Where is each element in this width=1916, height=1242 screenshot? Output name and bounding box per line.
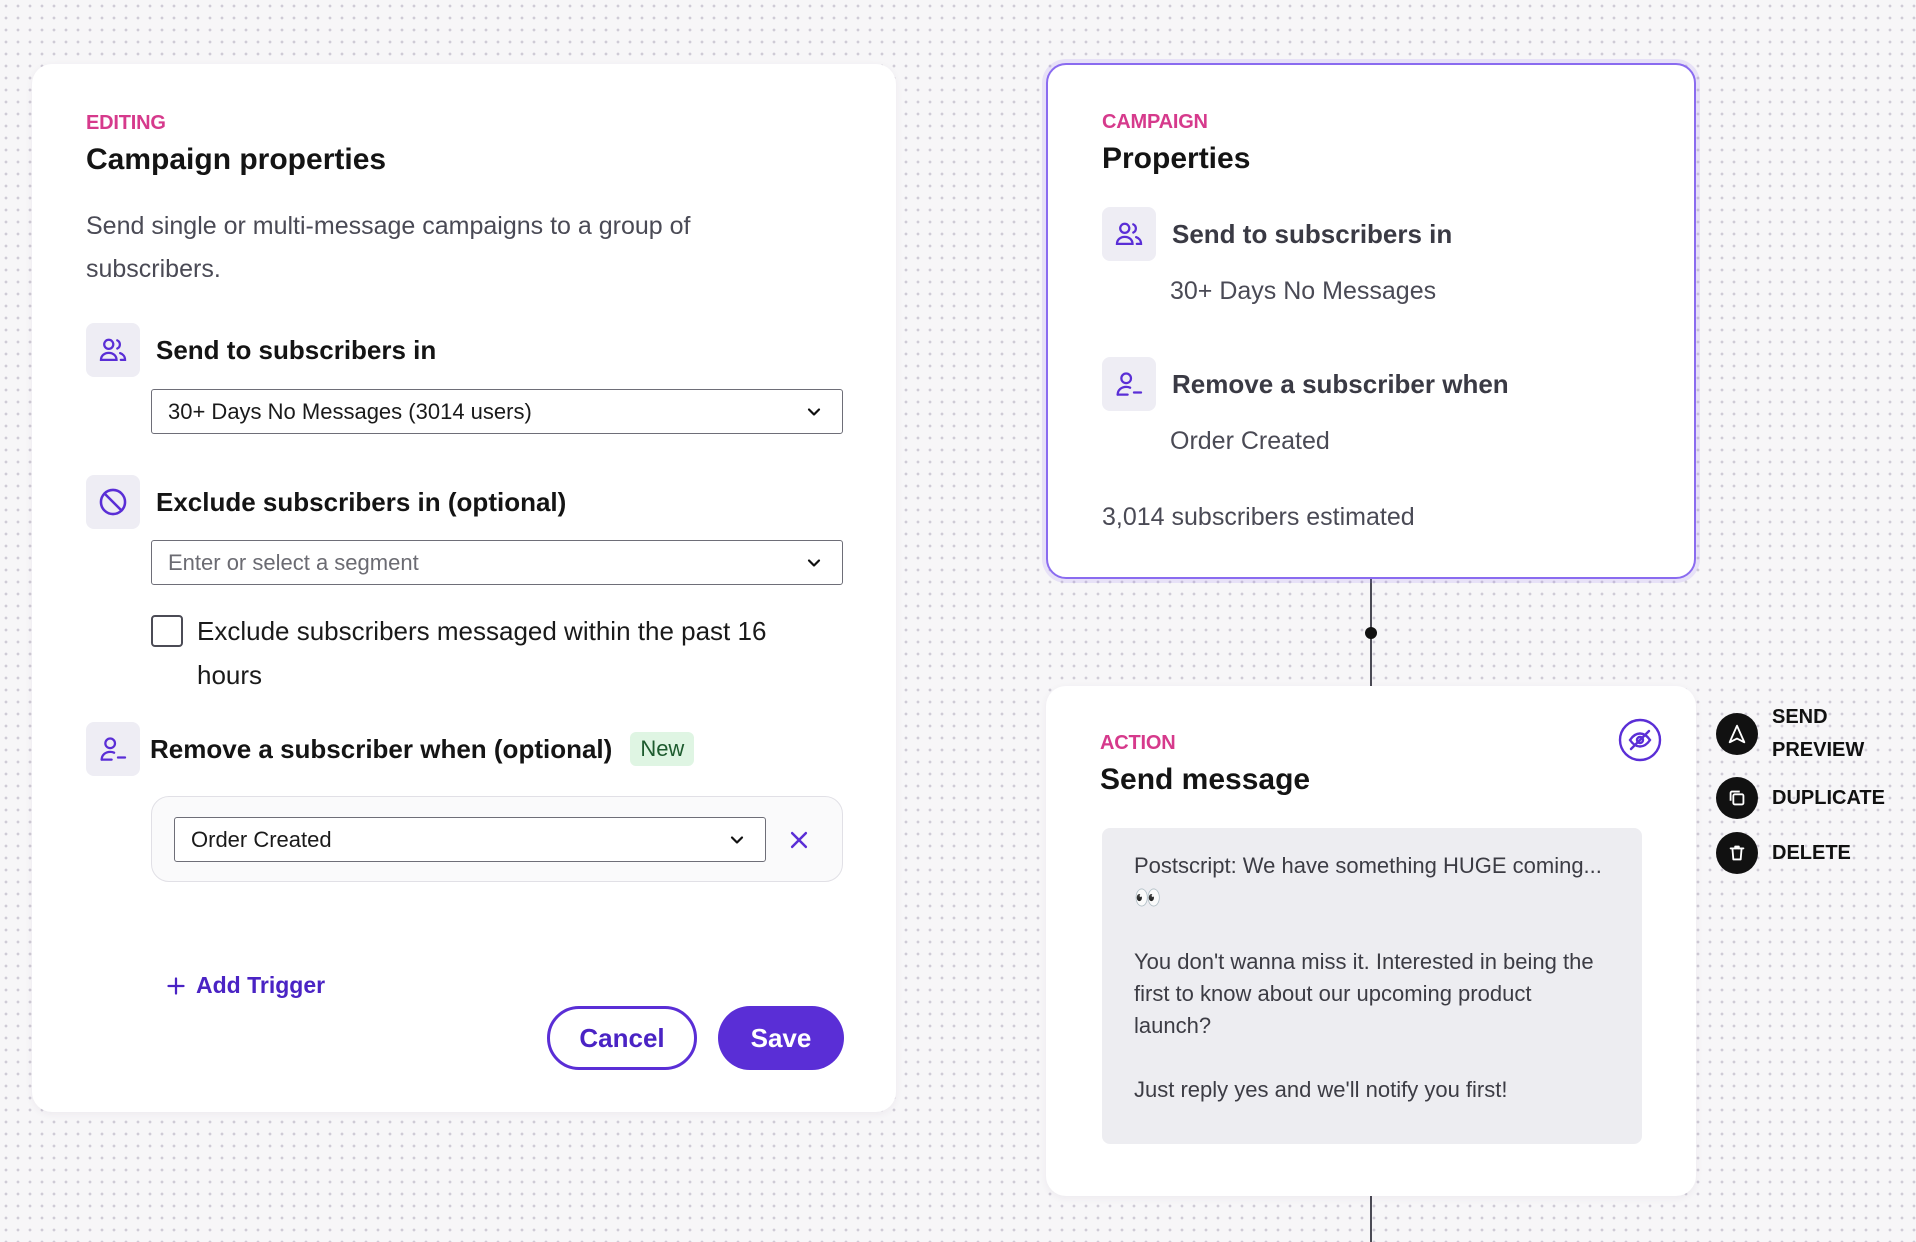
message-paragraph: Postscript: We have something HUGE comin…: [1134, 853, 1602, 910]
chevron-down-icon: [807, 408, 821, 416]
exclude-row: Exclude subscribers in (optional): [86, 475, 566, 529]
campaign-send-to-value: 30+ Days No Messages: [1170, 277, 1437, 305]
exclude-label: Exclude subscribers in (optional): [156, 486, 567, 517]
campaign-send-to-label: Send to subscribers in: [1172, 218, 1453, 249]
send-to-selected-value: 30+ Days No Messages (3014 users): [168, 398, 532, 424]
trigger-select[interactable]: Order Created: [174, 817, 766, 862]
message-paragraph: You don't wanna miss it. Interested in b…: [1134, 949, 1594, 1038]
duplicate-icon: [1716, 777, 1758, 819]
user-minus-icon: [1102, 357, 1156, 411]
editing-description: Send single or multi-message campaigns t…: [86, 212, 691, 283]
trigger-selected-value: Order Created: [191, 826, 332, 852]
campaign-title: Properties: [1102, 142, 1251, 175]
flow-connector-bottom: [1370, 1196, 1372, 1242]
subscriber-estimate: 3,014 subscribers estimated: [1102, 503, 1415, 531]
send-to-label: Send to subscribers in: [156, 334, 437, 365]
exclude-recent-label: Exclude subscribers messaged within the …: [197, 616, 767, 690]
exclude-recent-row: Exclude subscribers messaged within the …: [151, 609, 851, 697]
trash-icon: [1716, 832, 1758, 874]
close-icon[interactable]: [788, 829, 810, 851]
flow-connector-dot: [1365, 627, 1377, 639]
campaign-properties-card[interactable]: CAMPAIGN Properties Send to subscribers …: [1046, 63, 1696, 579]
send-preview-button[interactable]: SEND PREVIEW: [1716, 701, 1864, 767]
editing-title: Campaign properties: [86, 143, 387, 176]
action-eyebrow: ACTION: [1100, 732, 1176, 754]
campaign-remove-value: Order Created: [1170, 427, 1330, 455]
action-title: Send message: [1100, 763, 1311, 796]
users-icon: [86, 323, 140, 377]
send-icon: [1716, 713, 1758, 755]
duplicate-button[interactable]: DUPLICATE: [1716, 777, 1885, 819]
remove-when-label: Remove a subscriber when (optional): [150, 733, 613, 764]
campaign-send-to-row: Send to subscribers in: [1102, 207, 1452, 261]
send-preview-label-line1: SEND: [1772, 706, 1828, 728]
remove-when-row: Remove a subscriber when (optional) New: [86, 722, 695, 776]
trigger-container: Order Created: [151, 796, 843, 882]
new-badge: New: [630, 732, 695, 766]
campaign-remove-row: Remove a subscriber when: [1102, 357, 1509, 411]
editing-panel: EDITING Campaign properties Send single …: [32, 64, 896, 1112]
plus-icon: [167, 976, 185, 995]
send-to-row: Send to subscribers in: [86, 323, 436, 377]
exclude-segment-placeholder: Enter or select a segment: [168, 549, 419, 575]
send-preview-label-line2: PREVIEW: [1772, 739, 1865, 761]
exclude-recent-checkbox[interactable]: [151, 615, 183, 647]
send-to-select[interactable]: 30+ Days No Messages (3014 users): [151, 389, 843, 434]
send-preview-label: SEND PREVIEW: [1772, 701, 1864, 767]
message-preview: Postscript: We have something HUGE comin…: [1102, 828, 1642, 1144]
cancel-button[interactable]: Cancel: [547, 1006, 697, 1070]
campaign-eyebrow: CAMPAIGN: [1102, 111, 1208, 133]
ban-icon: [86, 475, 140, 529]
exclude-segment-select[interactable]: Enter or select a segment: [151, 540, 843, 585]
user-minus-icon: [86, 722, 140, 776]
campaign-remove-label: Remove a subscriber when: [1172, 368, 1509, 399]
eye-off-icon[interactable]: [1618, 718, 1662, 762]
delete-button[interactable]: DELETE: [1716, 832, 1851, 874]
save-button[interactable]: Save: [718, 1006, 844, 1070]
duplicate-label: DUPLICATE: [1772, 786, 1885, 809]
editing-eyebrow: EDITING: [86, 112, 166, 134]
add-trigger-label: Add Trigger: [196, 972, 326, 998]
users-icon: [1102, 207, 1156, 261]
send-message-action-card[interactable]: ACTION Send message Postscript: We have …: [1046, 686, 1696, 1196]
add-trigger-button[interactable]: Add Trigger: [166, 972, 325, 999]
message-paragraph: Just reply yes and we'll notify you firs…: [1134, 1077, 1508, 1102]
chevron-down-icon: [730, 836, 744, 844]
delete-label: DELETE: [1772, 841, 1851, 864]
chevron-down-icon: [807, 559, 821, 567]
